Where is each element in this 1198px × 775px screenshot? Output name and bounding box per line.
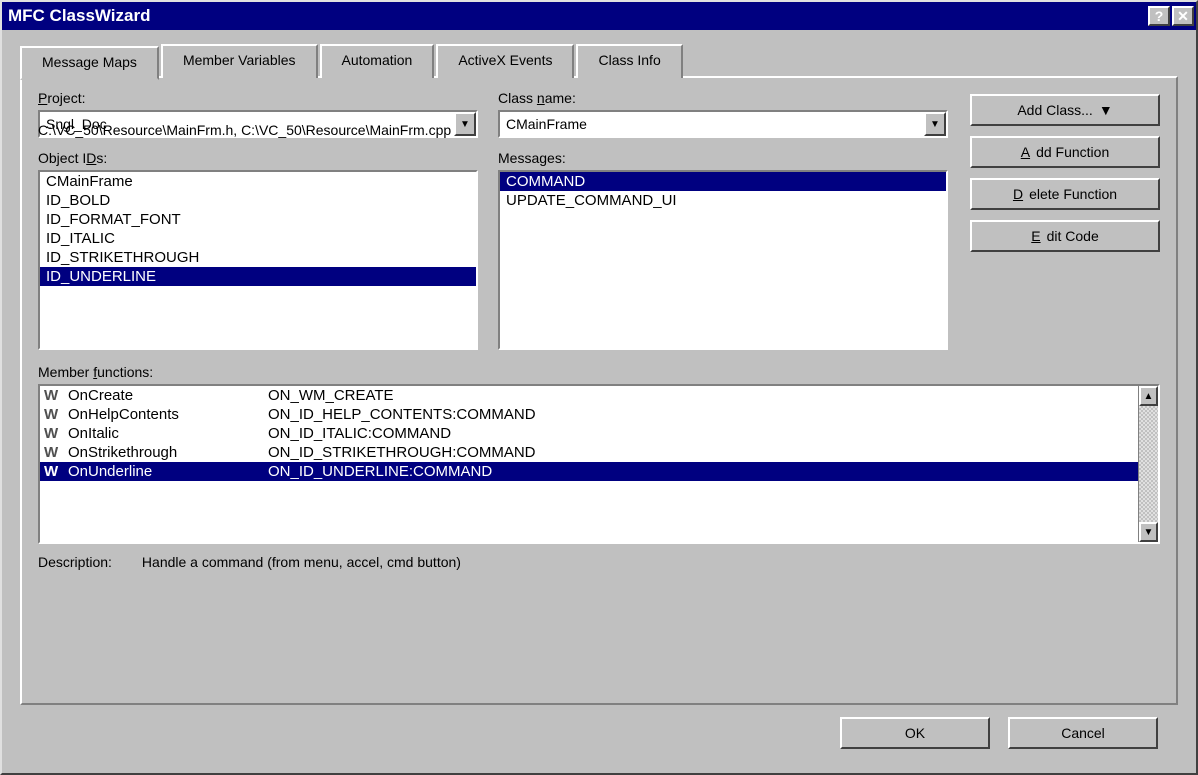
description-text: Handle a command (from menu, accel, cmd … [142, 554, 461, 570]
objectid-item[interactable]: ID_BOLD [40, 191, 476, 210]
client-area: Message Maps Member Variables Automation… [2, 30, 1196, 773]
memberfunction-row[interactable]: WOnCreateON_WM_CREATE [40, 386, 1138, 405]
description-label: Description: [38, 554, 112, 570]
tab-panel: Project: Sngl_Doc ▼ Class name: CMainFra… [20, 76, 1178, 705]
objectid-item[interactable]: ID_UNDERLINE [40, 267, 476, 286]
tab-member-variables[interactable]: Member Variables [161, 44, 318, 78]
members-scrollbar[interactable]: ▲ ▼ [1138, 386, 1158, 542]
message-item[interactable]: COMMAND [500, 172, 946, 191]
objectid-item[interactable]: ID_STRIKETHROUGH [40, 248, 476, 267]
description-row: Description: Handle a command (from menu… [38, 554, 1160, 570]
tab-automation[interactable]: Automation [320, 44, 435, 78]
ok-button[interactable]: OK [840, 717, 990, 749]
scroll-up-button[interactable]: ▲ [1139, 386, 1158, 406]
classname-label: Class name: [498, 90, 948, 106]
title-buttons: ? ✕ [1148, 6, 1194, 26]
file-path: C:\VC_50\Resource\MainFrm.h, C:\VC_50\Re… [38, 122, 938, 138]
objectid-item[interactable]: ID_FORMAT_FONT [40, 210, 476, 229]
titlebar: MFC ClassWizard ? ✕ [2, 2, 1196, 30]
objectids-col: Object IDs: CMainFrameID_BOLDID_FORMAT_F… [38, 150, 478, 350]
project-label: Project: [38, 90, 478, 106]
add-class-button[interactable]: Add Class... ▼ [970, 94, 1160, 126]
tab-activex-events[interactable]: ActiveX Events [436, 44, 574, 78]
help-button[interactable]: ? [1148, 6, 1170, 26]
scroll-track[interactable] [1139, 406, 1158, 522]
memberfunctions-label: Member functions: [38, 364, 1160, 380]
close-button[interactable]: ✕ [1172, 6, 1194, 26]
tab-message-maps[interactable]: Message Maps [20, 46, 159, 80]
cancel-button[interactable]: Cancel [1008, 717, 1158, 749]
dropdown-arrow-icon: ▼ [1099, 102, 1113, 118]
objectids-listbox[interactable]: CMainFrameID_BOLDID_FORMAT_FONTID_ITALIC… [38, 170, 478, 350]
memberfunction-row[interactable]: WOnHelpContentsON_ID_HELP_CONTENTS:COMMA… [40, 405, 1138, 424]
memberfunction-row[interactable]: WOnUnderlineON_ID_UNDERLINE:COMMAND [40, 462, 1138, 481]
lists-row: Object IDs: CMainFrameID_BOLDID_FORMAT_F… [38, 150, 1160, 350]
window-title: MFC ClassWizard [8, 6, 1148, 26]
scroll-down-button[interactable]: ▼ [1139, 522, 1158, 542]
tabstrip: Message Maps Member Variables Automation… [20, 44, 1178, 78]
message-item[interactable]: UPDATE_COMMAND_UI [500, 191, 946, 210]
tab-class-info[interactable]: Class Info [576, 44, 682, 78]
objectid-item[interactable]: ID_ITALIC [40, 229, 476, 248]
memberfunction-row[interactable]: WOnStrikethroughON_ID_STRIKETHROUGH:COMM… [40, 443, 1138, 462]
messages-listbox[interactable]: COMMANDUPDATE_COMMAND_UI [498, 170, 948, 350]
memberfunctions-listbox[interactable]: WOnCreateON_WM_CREATEWOnHelpContentsON_I… [38, 384, 1160, 544]
bottom-bar: OK Cancel [20, 705, 1178, 763]
messages-col: Messages: COMMANDUPDATE_COMMAND_UI [498, 150, 948, 350]
memberfunction-row[interactable]: WOnItalicON_ID_ITALIC:COMMAND [40, 424, 1138, 443]
classwizard-window: MFC ClassWizard ? ✕ Message Maps Member … [0, 0, 1198, 775]
objectids-label: Object IDs: [38, 150, 478, 166]
objectid-item[interactable]: CMainFrame [40, 172, 476, 191]
messages-label: Messages: [498, 150, 948, 166]
